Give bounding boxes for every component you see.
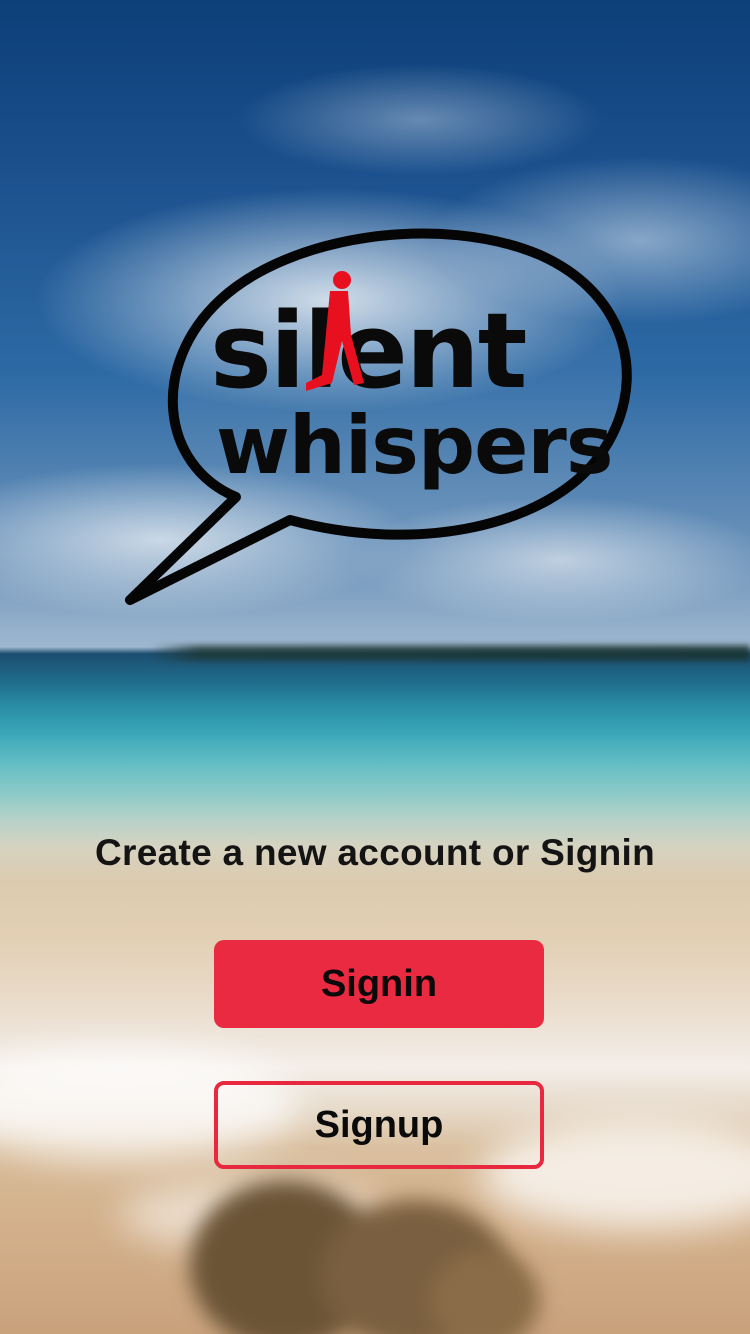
logo-text-silent: silent bbox=[210, 290, 526, 412]
app-logo: silent whispers bbox=[120, 215, 640, 610]
signin-button-label: Signin bbox=[320, 962, 438, 1005]
signup-button-label: Signup bbox=[314, 1103, 444, 1146]
signup-button[interactable]: Signup bbox=[214, 1081, 544, 1169]
speech-bubble-icon: silent whispers bbox=[125, 228, 632, 605]
welcome-tagline: Create a new account or Signin bbox=[94, 832, 655, 873]
welcome-screen: silent whispers Create a new account or … bbox=[0, 0, 750, 1334]
signin-button[interactable]: Signin bbox=[214, 940, 544, 1028]
background-horizon bbox=[150, 645, 750, 661]
logo-text-whispers: whispers bbox=[216, 399, 613, 492]
